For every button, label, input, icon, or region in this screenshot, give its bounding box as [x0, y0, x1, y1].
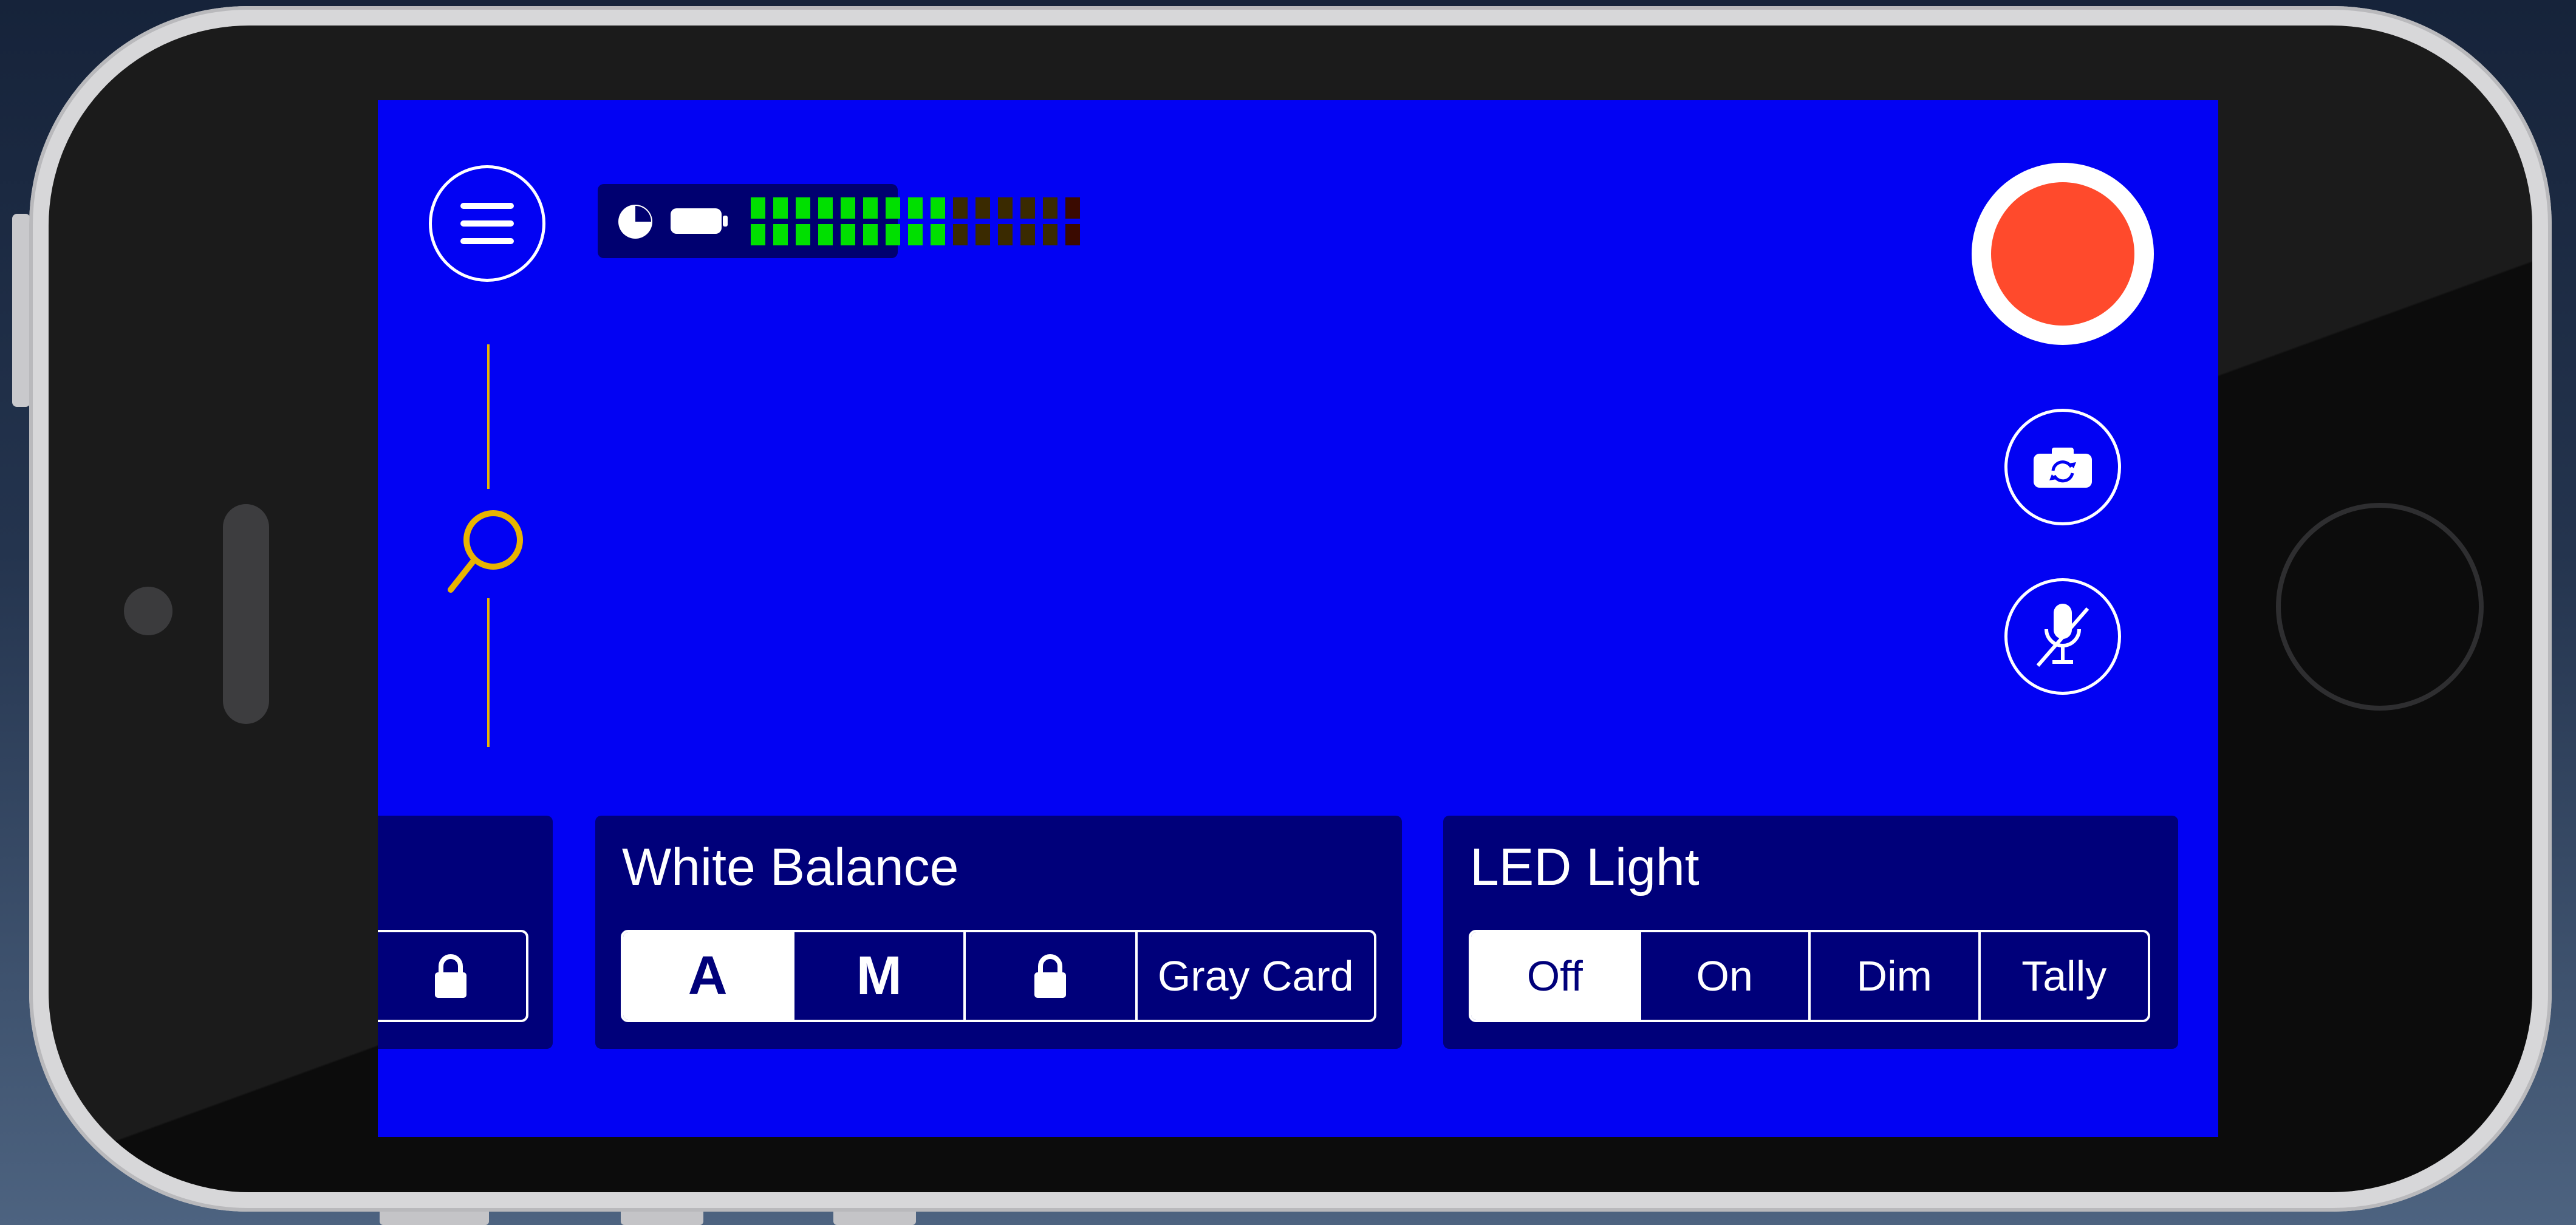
camera-app-screen: White Balance A M Gray Card LED Light Of… [378, 100, 2218, 1137]
white-balance-auto[interactable]: A [623, 932, 793, 1020]
home-button[interactable] [2276, 503, 2484, 711]
audio-meter-cell [751, 197, 765, 219]
white-balance-title: White Balance [622, 838, 959, 896]
record-button[interactable] [1972, 163, 2154, 345]
white-balance-manual[interactable]: M [792, 932, 963, 1020]
front-camera [124, 587, 173, 635]
white-balance-gray-card[interactable]: Gray Card [1135, 932, 1374, 1020]
storage-pie-icon [618, 205, 652, 239]
audio-meter-cell [953, 224, 968, 245]
audio-meter-cell [998, 197, 1013, 219]
audio-meter-cell [886, 224, 900, 245]
zoom-magnifier-icon[interactable] [445, 505, 530, 596]
audio-level-meter [751, 197, 1080, 245]
audio-meter-cell [975, 197, 990, 219]
audio-meter-cell [975, 224, 990, 245]
audio-meter-cell [818, 197, 833, 219]
audio-meter-cell [863, 224, 878, 245]
audio-meter-cell [1065, 197, 1080, 219]
led-light-on[interactable]: On [1638, 932, 1809, 1020]
audio-meter-cell [796, 224, 810, 245]
audio-meter-cell [1043, 197, 1057, 219]
volume-button [12, 214, 30, 407]
audio-meter-cell [886, 197, 900, 219]
earpiece-speaker [223, 504, 269, 724]
white-balance-panel: White Balance A M Gray Card [595, 816, 1402, 1049]
camera-flip-icon [2034, 448, 2092, 488]
hamburger-menu-icon [460, 203, 514, 244]
audio-meter-cell [998, 224, 1013, 245]
zoom-slider-track-top[interactable] [487, 344, 490, 489]
led-light-tally[interactable]: Tally [1978, 932, 2148, 1020]
audio-meter-cell [908, 197, 923, 219]
led-light-panel: LED Light Off On Dim Tally [1443, 816, 2178, 1049]
audio-meter-cell [1065, 224, 1080, 245]
white-balance-lock[interactable] [963, 932, 1135, 1020]
exposure-panel [378, 816, 553, 1049]
exposure-lock-segment[interactable] [378, 930, 528, 1022]
record-icon [1991, 182, 2134, 326]
audio-meter-cell [1043, 224, 1057, 245]
led-light-title: LED Light [1470, 838, 1700, 896]
lock-icon [435, 954, 466, 998]
audio-meter-cell [773, 224, 788, 245]
menu-button[interactable] [429, 165, 545, 282]
microphone-muted-icon [2036, 604, 2089, 667]
audio-meter-cell [931, 197, 945, 219]
zoom-slider-track-bottom[interactable] [487, 598, 490, 747]
audio-meter-cell [1020, 224, 1035, 245]
audio-meter-cell [953, 197, 968, 219]
white-balance-segmented-control[interactable]: A M Gray Card [621, 930, 1376, 1022]
audio-meter-cell [931, 224, 945, 245]
audio-meter-cell [1020, 197, 1035, 219]
audio-meter-cell [818, 224, 833, 245]
audio-meter-cell [841, 197, 855, 219]
flip-camera-button[interactable] [2004, 409, 2121, 525]
audio-meter-cell [751, 224, 765, 245]
exposure-lock-option[interactable] [378, 932, 526, 1020]
battery-icon [671, 208, 728, 234]
audio-meter-cell [908, 224, 923, 245]
audio-meter-cell [841, 224, 855, 245]
audio-meter-cell [863, 197, 878, 219]
audio-meter-cell [796, 197, 810, 219]
lock-icon [1034, 954, 1067, 998]
led-light-dim[interactable]: Dim [1808, 932, 1978, 1020]
status-bar [598, 184, 1080, 258]
led-light-off[interactable]: Off [1471, 932, 1639, 1020]
audio-meter-cell [773, 197, 788, 219]
led-light-segmented-control[interactable]: Off On Dim Tally [1469, 930, 2150, 1022]
microphone-button[interactable] [2004, 578, 2121, 695]
